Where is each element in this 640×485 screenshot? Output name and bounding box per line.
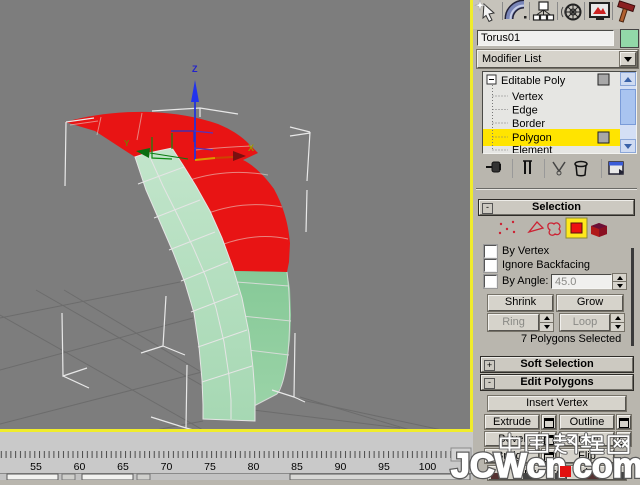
- svg-text:JCWcn: JCWcn: [451, 447, 566, 480]
- svg-text:com: com: [573, 447, 640, 480]
